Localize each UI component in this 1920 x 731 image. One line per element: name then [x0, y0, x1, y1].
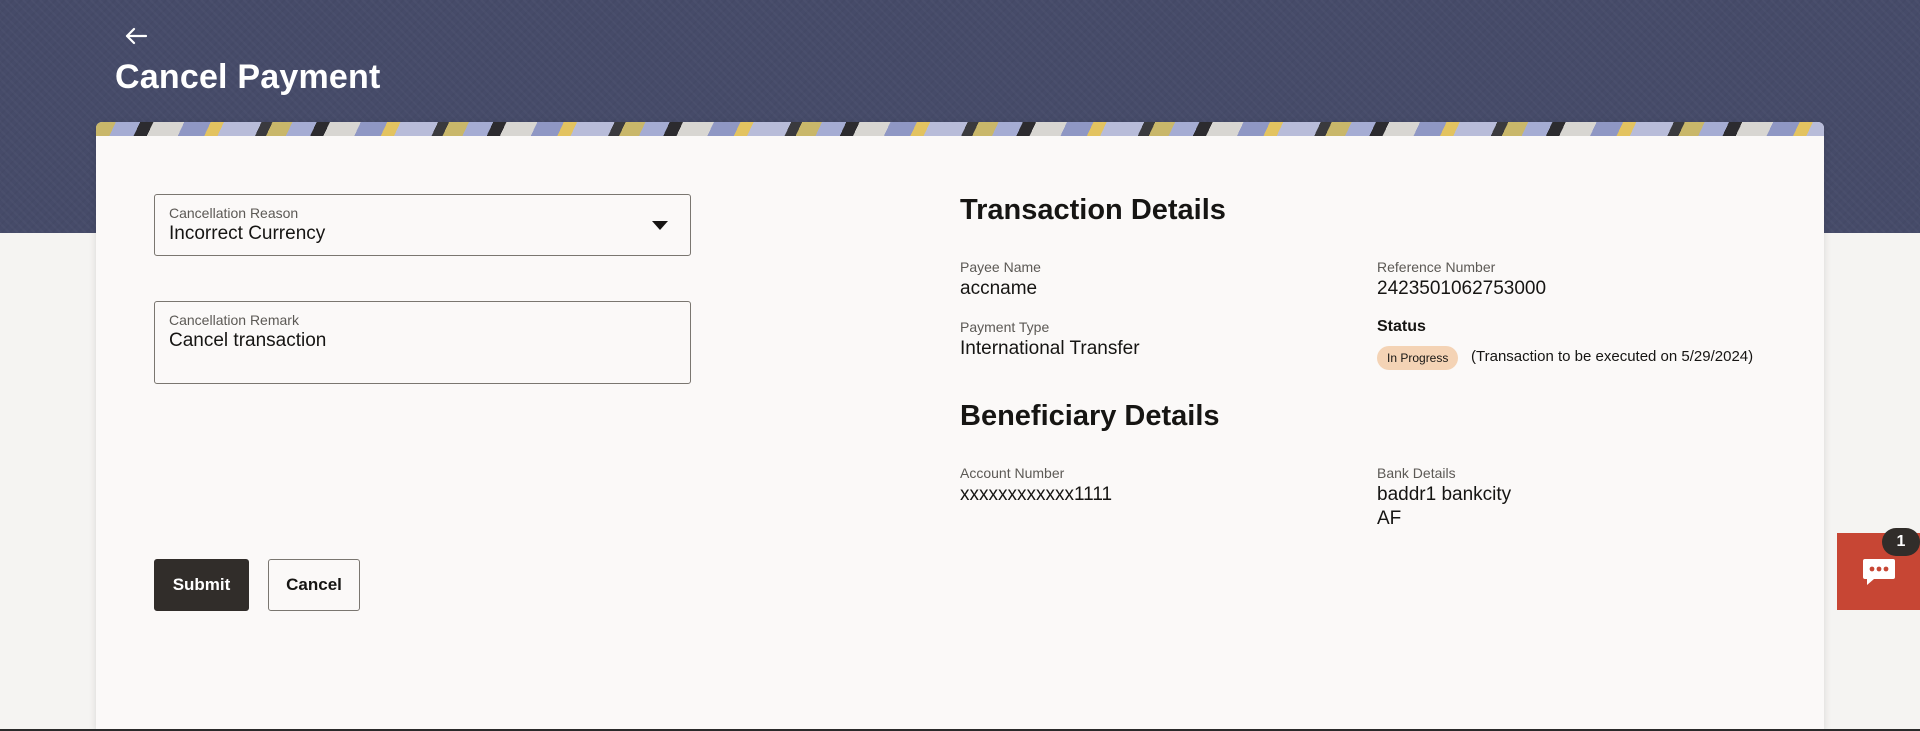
payment-type-value: International Transfer [960, 338, 1140, 359]
beneficiary-details-title: Beneficiary Details [960, 400, 1220, 432]
chat-bubble-icon [1862, 558, 1895, 585]
bank-details-line2: AF [1377, 508, 1402, 529]
cancellation-reason-select[interactable]: Cancellation Reason Incorrect Currency [154, 194, 691, 256]
decorative-strip [96, 122, 1824, 136]
cancel-button[interactable]: Cancel [268, 559, 360, 611]
payment-type-label: Payment Type [960, 319, 1050, 335]
chat-notification-badge: 1 [1882, 528, 1920, 556]
account-number-label: Account Number [960, 465, 1065, 481]
cancellation-reason-value: Incorrect Currency [169, 223, 326, 244]
status-note: (Transaction to be executed on 5/29/2024… [1471, 348, 1754, 365]
status-badge: In Progress [1377, 346, 1459, 370]
payee-name-label: Payee Name [960, 259, 1041, 275]
cancellation-remark-label: Cancellation Remark [169, 312, 299, 328]
back-button[interactable] [120, 20, 152, 52]
cancellation-remark-field[interactable]: Cancellation Remark Cancel transaction [154, 301, 691, 384]
reference-number-value: 2423501062753000 [1377, 278, 1547, 299]
cancellation-remark-value: Cancel transaction [169, 330, 327, 351]
chevron-down-icon [652, 221, 668, 230]
main-card: Cancellation Reason Incorrect Currency C… [96, 122, 1824, 731]
arrow-left-icon [125, 27, 148, 45]
payee-name-value: accname [960, 278, 1038, 299]
submit-button[interactable]: Submit [154, 559, 249, 611]
status-label: Status [1377, 318, 1426, 335]
bank-details-line1: baddr1 bankcity [1377, 484, 1512, 505]
bank-details-label: Bank Details [1377, 465, 1456, 481]
reference-number-label: Reference Number [1377, 259, 1496, 275]
account-number-value: xxxxxxxxxxxx1111 [960, 484, 1113, 505]
page-title: Cancel Payment [115, 58, 381, 96]
transaction-details-title: Transaction Details [960, 194, 1226, 226]
cancellation-reason-label: Cancellation Reason [169, 205, 299, 221]
